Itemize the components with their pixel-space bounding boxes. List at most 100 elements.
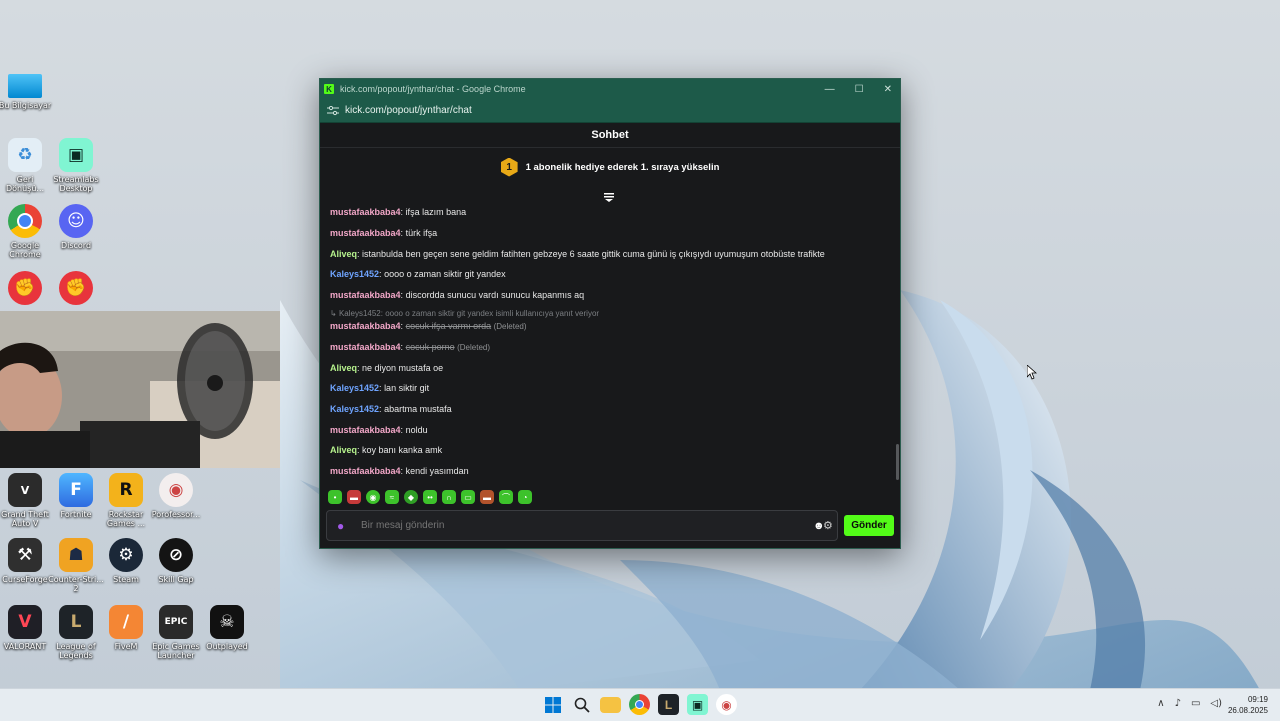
desktop-icon-riot-2[interactable]: ✊ <box>48 271 104 305</box>
search-icon[interactable] <box>571 694 592 715</box>
emote-button[interactable]: ▭ <box>461 490 475 504</box>
chat-scrollbar[interactable] <box>896 444 899 480</box>
riot-client-icon: ✊ <box>8 271 42 305</box>
emote-button[interactable]: ∩ <box>442 490 456 504</box>
gta-icon: V <box>8 473 42 507</box>
recycle-bin-icon: ♻ <box>8 138 42 172</box>
fivem-icon: / <box>109 605 143 639</box>
message-input[interactable] <box>359 519 813 532</box>
emote-button[interactable]: ⌒ <box>499 490 513 504</box>
chat-message[interactable]: Kaleys1452: lan siktir git <box>330 383 429 393</box>
desktop-icon-gta[interactable]: V Grand Theft Auto V <box>0 473 53 528</box>
valorant-icon: V <box>8 605 42 639</box>
chat-popup-window: K kick.com/popout/jynthar/chat - Google … <box>319 78 901 549</box>
emote-button[interactable]: ◆ <box>404 490 418 504</box>
porofessor-icon: ◉ <box>159 473 193 507</box>
message-composer: ● ☻ <box>326 510 838 541</box>
minimize-button[interactable]: — <box>825 84 835 95</box>
emote-button[interactable]: ◉ <box>366 490 380 504</box>
desktop-icon-streamlabs[interactable]: ▣ Streamlabs Desktop <box>48 138 104 193</box>
chat-message[interactable]: Kaleys1452: abartma mustafa <box>330 404 452 414</box>
monitor-icon <box>8 74 42 98</box>
microphone-icon[interactable]: ♪ <box>1175 698 1181 709</box>
desktop-icon-counter-strike[interactable]: ☗ Counter-Stri... 2 <box>48 538 104 593</box>
desktop-icon-fortnite[interactable]: F Fortnite <box>48 473 104 519</box>
emote-button[interactable]: ▬ <box>347 490 361 504</box>
porofessor-icon[interactable]: ◉ <box>716 694 737 715</box>
chrome-icon <box>8 204 42 238</box>
epic-games-icon: EPIC <box>159 605 193 639</box>
chat-message[interactable]: Kaleys1452: oooo o zaman siktir git yand… <box>330 269 506 279</box>
desktop-icon-curseforge[interactable]: ⚒ CurseForge <box>0 538 53 584</box>
window-titlebar[interactable]: K kick.com/popout/jynthar/chat - Google … <box>320 79 900 99</box>
webcam-overlay <box>0 311 280 468</box>
chat-message[interactable]: mustafaakbaba4: noldu <box>330 425 428 435</box>
clock-date: 26.08.2025 <box>1227 706 1268 715</box>
chat-message[interactable]: Aliveq: istanbulda ben geçen sene geldim… <box>330 249 825 259</box>
desktop-icon-rockstar[interactable]: R Rockstar Games ... <box>98 473 154 528</box>
site-settings-icon[interactable] <box>327 105 339 116</box>
reply-context[interactable]: ↳ Kaleys1452: oooo o zaman siktir git ya… <box>330 309 599 318</box>
desktop-icon-this-pc[interactable]: Bu Bilgisayar <box>0 74 53 110</box>
collapse-pinned-icon[interactable] <box>603 191 615 203</box>
volume-icon[interactable]: ◁) <box>1210 698 1222 709</box>
counter-strike-icon: ☗ <box>59 538 93 572</box>
desktop-icon-epic-games[interactable]: EPIC Epic Games Launcher <box>148 605 204 660</box>
skill-gap-icon: ⊘ <box>159 538 193 572</box>
streamlabs-icon: ▣ <box>59 138 93 172</box>
address-bar[interactable]: kick.com/popout/jynthar/chat <box>320 99 900 123</box>
rank-badge-icon: 1 <box>500 157 518 177</box>
league-icon[interactable]: L <box>658 694 679 715</box>
chat-message[interactable]: Aliveq: koy banı kanka amk <box>330 445 442 455</box>
chat-message-deleted[interactable]: mustafaakbaba4: cocuk ifşa varmı orda (D… <box>330 321 527 331</box>
outplayed-icon: ☠ <box>210 605 244 639</box>
desktop-icon-fivem[interactable]: / FiveM <box>98 605 154 651</box>
desktop-icon-discord[interactable]: ☺ Discord <box>48 204 104 250</box>
desktop-icon-outplayed[interactable]: ☠ Outplayed <box>199 605 255 651</box>
desktop-icon-valorant[interactable]: V VALORANT <box>0 605 53 651</box>
desktop-icon-skill-gap[interactable]: ⊘ Skill Gap <box>148 538 204 584</box>
network-icon[interactable]: ▭ <box>1191 698 1200 709</box>
url-text[interactable]: kick.com/popout/jynthar/chat <box>345 105 472 116</box>
chat-message[interactable]: Aliveq: ne diyon mustafa oe <box>330 363 443 373</box>
maximize-button[interactable]: ☐ <box>855 84 864 95</box>
kick-logo-icon: K <box>324 84 334 94</box>
emote-button[interactable]: •• <box>423 490 437 504</box>
desktop-icon-riot-1[interactable]: ✊ <box>0 271 53 305</box>
gift-sub-promo[interactable]: 1 1 abonelik hediye ederek 1. sıraya yük… <box>320 148 900 186</box>
window-title: kick.com/popout/jynthar/chat - Google Ch… <box>340 84 526 94</box>
chat-title: Sohbet <box>320 123 900 148</box>
close-button[interactable]: ✕ <box>884 84 892 95</box>
desktop-icon-porofessor[interactable]: ◉ Porofessor... <box>148 473 204 519</box>
quick-emotes-bar: • ▬ ◉ ≈ ◆ •• ∩ ▭ ▬ ⌒ ◔ <box>328 490 532 504</box>
emote-button[interactable]: ≈ <box>385 490 399 504</box>
desktop-icon-league[interactable]: L League of Legends <box>48 605 104 660</box>
chat-message[interactable]: mustafaakbaba4: ifşa lazım bana <box>330 207 466 217</box>
microphone-icon[interactable]: ● <box>337 519 351 533</box>
chat-message[interactable]: mustafaakbaba4: kendi yasımdan <box>330 466 469 476</box>
chat-message-deleted[interactable]: mustafaakbaba4: cocuk porno (Deleted) <box>330 342 490 352</box>
send-button[interactable]: Gönder <box>844 515 894 536</box>
steam-icon: ⚙ <box>109 538 143 572</box>
windows-start-icon[interactable] <box>542 694 563 715</box>
desktop-icon-recycle-bin[interactable]: ♻ Geri Dönüşü... <box>0 138 53 193</box>
fortnite-icon: F <box>59 473 93 507</box>
chevron-up-icon[interactable]: ∧ <box>1157 698 1164 709</box>
system-tray: ∧ ♪ ▭ ◁) <box>1157 698 1222 709</box>
emote-button[interactable]: • <box>328 490 342 504</box>
desktop-icon-chrome[interactable]: Google Chrome <box>0 204 53 259</box>
emote-button[interactable]: ◔ <box>518 490 532 504</box>
clock[interactable]: 09:19 26.08.2025 <box>1228 694 1268 716</box>
mouse-cursor-icon <box>1027 365 1037 380</box>
emote-button[interactable]: ▬ <box>480 490 494 504</box>
desktop-icon-steam[interactable]: ⚙ Steam <box>98 538 154 584</box>
clock-time: 09:19 <box>1247 695 1268 704</box>
discord-icon: ☺ <box>59 204 93 238</box>
file-explorer-icon[interactable] <box>600 697 621 713</box>
chat-message[interactable]: mustafaakbaba4: discordda sunucu vardı s… <box>330 290 584 300</box>
chrome-icon[interactable] <box>629 694 650 715</box>
gear-icon[interactable]: ⚙ <box>823 519 833 532</box>
chat-message[interactable]: mustafaakbaba4: türk ifşa <box>330 228 437 238</box>
taskbar: L ▣ ◉ ∧ ♪ ▭ ◁) 09:19 26.08.2025 <box>0 688 1280 721</box>
streamlabs-icon[interactable]: ▣ <box>687 694 708 715</box>
